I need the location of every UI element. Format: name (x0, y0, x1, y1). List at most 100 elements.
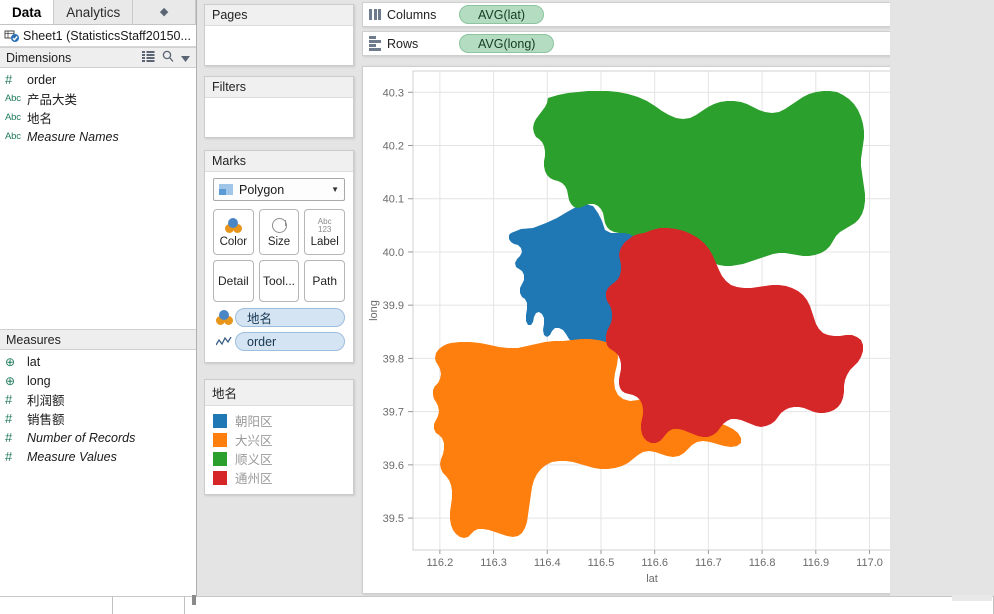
dimensions-header: Dimensions (0, 47, 196, 68)
field-measure-values[interactable]: # Measure Values (0, 447, 196, 466)
legend-swatch (213, 413, 227, 428)
marks-pill-path-row[interactable]: order (213, 331, 345, 352)
field-number-of-records[interactable]: # Number of Records (0, 428, 196, 447)
legend-item-daxing[interactable]: 大兴区 (213, 430, 345, 449)
sort-icon[interactable]: ◆ (160, 6, 168, 18)
marks-size-button[interactable]: Size (258, 209, 300, 255)
marks-color-label: Color (219, 235, 248, 248)
field-measure-names[interactable]: Abc Measure Names (0, 127, 196, 146)
geo-icon: ⊕ (5, 373, 16, 388)
tab-data[interactable]: Data (0, 0, 55, 24)
dimensions-field-list: # order Abc 产品大类 Abc 地名 Abc Measure Name… (0, 68, 196, 146)
marks-title: Marks (205, 151, 353, 172)
status-bar-indicator (952, 595, 992, 601)
field-sales[interactable]: # 销售额 (0, 409, 196, 428)
legend-swatch (213, 432, 227, 447)
field-order[interactable]: # order (0, 70, 196, 89)
field-label: Measure Names (27, 129, 119, 144)
datasource-row[interactable]: Sheet1 (StatisticsStaff20150... (0, 25, 196, 47)
horizontal-scrollbar-thumb[interactable] (192, 595, 196, 605)
field-profit[interactable]: # 利润额 (0, 390, 196, 409)
shelf-container: Columns AVG(lat) Rows AVG(long) (362, 2, 974, 60)
field-label: 利润额 (27, 394, 65, 408)
marks-color-button[interactable]: Color (213, 209, 254, 255)
marks-path-label: Path (312, 273, 338, 288)
search-icon[interactable] (162, 50, 174, 65)
columns-icon (363, 9, 387, 20)
columns-shelf[interactable]: Columns AVG(lat) (362, 2, 974, 27)
polygon-icon (219, 184, 233, 195)
x-tick-label: 116.2 (426, 557, 453, 569)
y-axis-title: long (368, 300, 380, 321)
field-product-category[interactable]: Abc 产品大类 (0, 89, 196, 108)
marks-label-button[interactable]: Abc 123 Label (304, 209, 346, 255)
x-tick-label: 116.9 (802, 557, 829, 569)
field-label: order (27, 72, 57, 87)
rows-pill-avg-long[interactable]: AVG(long) (459, 34, 555, 53)
path-icon (213, 336, 235, 347)
y-tick-label: 39.8 (383, 353, 404, 365)
marks-detail-button[interactable]: Detail (213, 260, 254, 302)
columns-pill-avg-lat[interactable]: AVG(lat) (459, 5, 544, 24)
columns-shelf-label: Columns (387, 7, 437, 22)
color-legend-card: 地名 朝阳区 大兴区 顺义区 通州区 (204, 379, 354, 495)
legend-label: 通州区 (235, 472, 273, 486)
field-type-icon: # (5, 392, 13, 407)
marks-pill-place-name[interactable]: 地名 (235, 308, 345, 327)
legend-item-tongzhou[interactable]: 通州区 (213, 468, 345, 487)
worksheet-chart-card[interactable]: 39.5 39.6 39.7 39.8 39.9 40.0 40.1 40.2 40.3 116… (362, 66, 974, 594)
color-icon (213, 310, 235, 325)
chevron-down-icon[interactable]: ▼ (331, 185, 339, 194)
map-chart[interactable]: 39.5 39.6 39.7 39.8 39.9 40.0 40.1 40.2 40.3 116… (363, 67, 973, 593)
grid-icon[interactable] (142, 50, 155, 65)
mark-type-dropdown[interactable]: Polygon ▼ (213, 178, 345, 201)
data-pane: Data Analytics ◆ Sheet1 (StatisticsStaff… (0, 0, 197, 596)
marks-tooltip-label: Tool... (263, 273, 296, 288)
field-type-icon: # (5, 411, 13, 426)
legend-item-shunyi[interactable]: 顺义区 (213, 449, 345, 468)
marks-pill-order[interactable]: order (235, 332, 345, 351)
rows-icon (363, 36, 387, 51)
measures-block: Measures ⊕ lat ⊕ long # 利润额 # 销售额 # Numb… (0, 329, 196, 466)
marks-pill-color-row[interactable]: 地名 (213, 307, 345, 328)
x-axis-title: lat (646, 573, 658, 585)
x-tick-label: 116.7 (695, 557, 722, 569)
legend-item-chaoyang[interactable]: 朝阳区 (213, 411, 345, 430)
cards-column: Pages Filters Marks Polygon ▼ Color Size… (198, 0, 362, 596)
field-type-icon: Abc (5, 112, 21, 123)
field-label: Measure Values (27, 449, 117, 464)
label-icon: Abc 123 (317, 216, 332, 234)
measures-title: Measures (6, 332, 61, 347)
field-type-icon: Abc (5, 131, 21, 142)
geo-icon: ⊕ (5, 354, 16, 369)
measures-header: Measures (0, 329, 196, 350)
marks-tooltip-button[interactable]: Tool... (258, 260, 300, 302)
field-place-name[interactable]: Abc 地名 (0, 108, 196, 127)
datasource-icon (4, 29, 20, 43)
tab-analytics[interactable]: Analytics (54, 0, 134, 24)
x-tick-label: 116.6 (641, 557, 668, 569)
marks-pill-list: 地名 order (213, 307, 345, 352)
field-type-icon: # (5, 72, 13, 87)
marks-path-button[interactable]: Path (304, 260, 346, 302)
pane-tab-sort-area[interactable]: ◆ (133, 0, 196, 24)
y-tick-label: 40.3 (383, 87, 404, 99)
pane-tab-bar: Data Analytics ◆ (0, 0, 196, 25)
field-label: lat (27, 354, 41, 369)
legend-label: 大兴区 (235, 434, 273, 448)
field-type-icon: # (5, 449, 13, 464)
field-label: 销售额 (27, 413, 65, 427)
pages-title: Pages (205, 5, 353, 26)
rows-shelf[interactable]: Rows AVG(long) (362, 31, 974, 56)
chevron-down-icon[interactable] (181, 51, 190, 65)
legend-label: 顺义区 (235, 453, 273, 467)
field-lat[interactable]: ⊕ lat (0, 352, 196, 371)
field-long[interactable]: ⊕ long (0, 371, 196, 390)
pages-dropzone[interactable] (205, 26, 353, 64)
filters-card: Filters (204, 76, 354, 138)
filters-dropzone[interactable] (205, 98, 353, 136)
marks-size-label: Size (267, 235, 291, 248)
x-tick-label: 116.3 (480, 557, 507, 569)
x-tick-label: 116.5 (588, 557, 615, 569)
status-cell-middle (113, 597, 185, 614)
